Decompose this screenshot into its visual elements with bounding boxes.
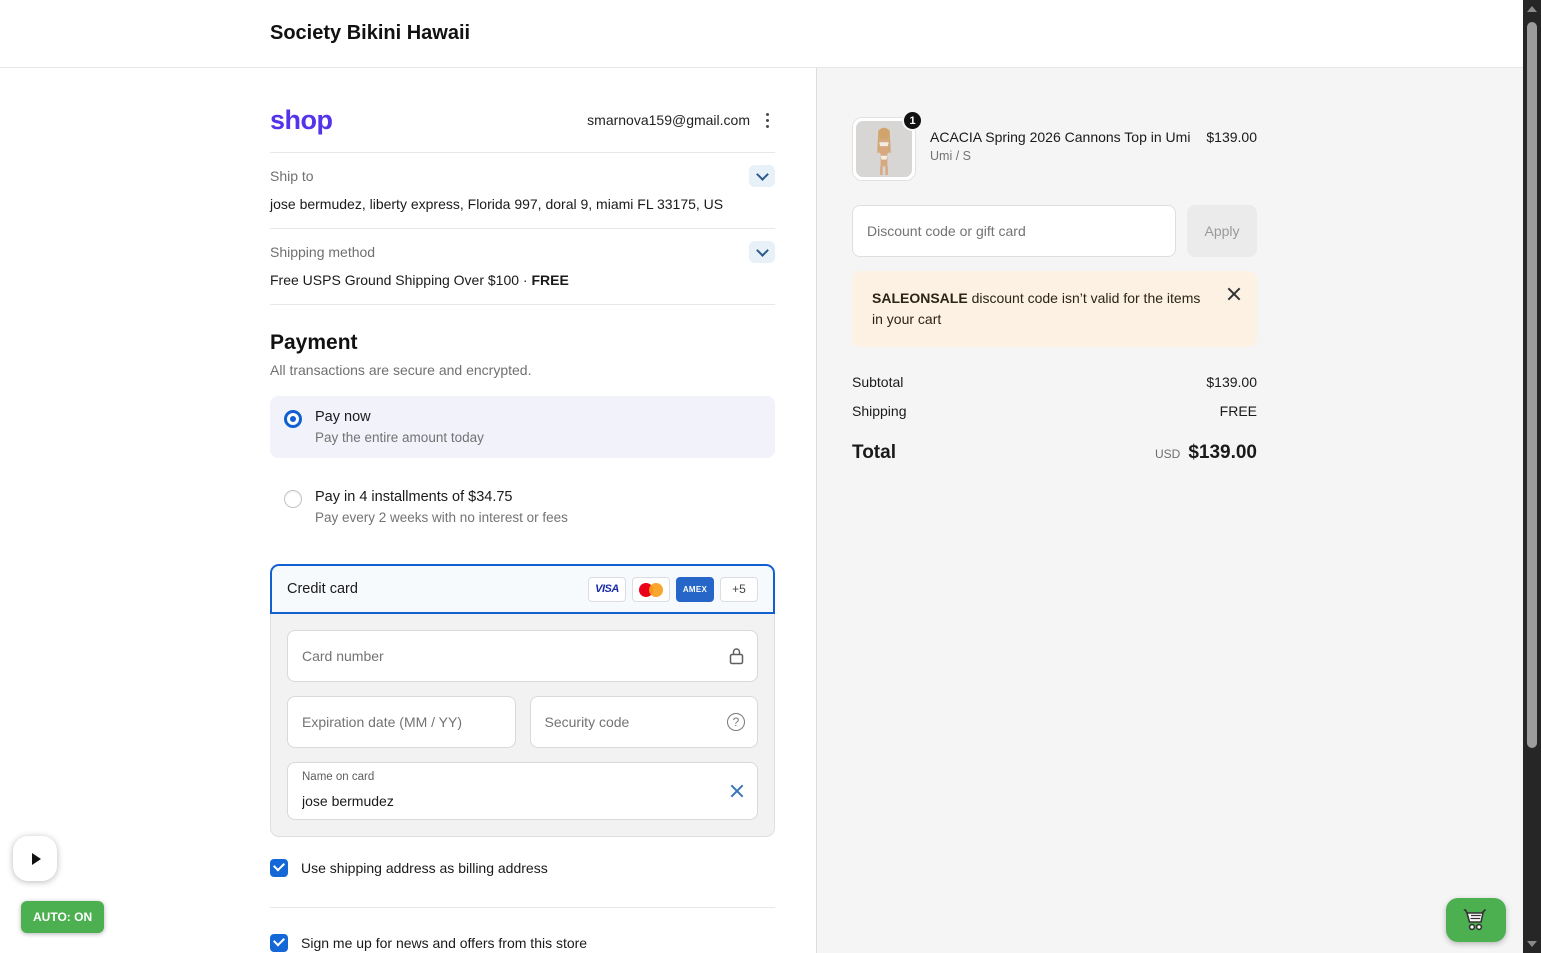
checkout-page: Society Bikini Hawaii shop smarnova159@g…: [0, 0, 1541, 953]
discount-error-code: SALEONSALE: [872, 290, 968, 306]
ship-to-label: Ship to: [270, 168, 314, 184]
total-label: Total: [852, 442, 896, 463]
discount-code-input[interactable]: [853, 206, 1175, 256]
cart-button[interactable]: [1446, 898, 1506, 942]
newsletter-checkbox-label: Sign me up for news and offers from this…: [301, 935, 588, 951]
name-on-card-label: Name on card: [302, 771, 375, 783]
product-variant: Umi / S: [930, 149, 971, 163]
billing-address-checkbox-row[interactable]: Use shipping address as billing address: [270, 859, 775, 877]
credit-card-header[interactable]: Credit card VISA AMEX +5: [270, 564, 775, 614]
more-cards-badge: +5: [720, 576, 758, 602]
cart-item: 1 ACACIA Spring 2026 Cannons Top in Umi …: [852, 110, 1257, 181]
shipping-value: FREE: [1219, 403, 1257, 419]
shipping-method-section: Shipping method Free USPS Ground Shippin…: [270, 229, 775, 304]
shipping-method-price: FREE: [531, 272, 569, 288]
ship-to-section: Ship to jose bermudez, liberty express, …: [270, 153, 775, 228]
pay-now-option[interactable]: Pay now Pay the entire amount today: [270, 396, 775, 458]
store-name: Society Bikini Hawaii: [270, 22, 471, 44]
credit-card-section: Credit card VISA AMEX +5 Card number Exp…: [270, 564, 775, 837]
product-price: $139.00: [1206, 129, 1257, 145]
shipping-method-label: Shipping method: [270, 244, 376, 260]
auto-toggle-badge[interactable]: AUTO: ON: [21, 901, 105, 933]
payment-subtitle: All transactions are secure and encrypte…: [270, 362, 532, 378]
shipping-label: Shipping: [852, 403, 907, 419]
close-icon[interactable]: [1227, 287, 1241, 301]
chevron-down-icon[interactable]: [749, 241, 775, 263]
shop-pay-logo: shop: [270, 104, 333, 135]
clear-icon[interactable]: [729, 783, 745, 799]
scrollbar-thumb[interactable]: [1527, 22, 1537, 748]
header: Society Bikini Hawaii: [0, 0, 1523, 68]
newsletter-checkbox-row[interactable]: Sign me up for news and offers from this…: [270, 934, 775, 952]
scroll-down-icon[interactable]: [1527, 941, 1537, 947]
security-code-field-wrap: ?: [529, 696, 758, 748]
checkout-form-column: shop smarnova159@gmail.com Ship to jose …: [0, 68, 816, 953]
card-brand-badges: VISA AMEX +5: [588, 576, 758, 602]
chevron-down-icon[interactable]: [749, 165, 775, 187]
card-number-input[interactable]: [288, 631, 757, 681]
product-name: ACACIA Spring 2026 Cannons Top in Umi: [930, 129, 1191, 145]
play-icon: [31, 852, 41, 865]
credit-card-form: ? Name on card: [270, 614, 775, 837]
lock-icon: [728, 647, 745, 665]
window-scrollbar[interactable]: [1523, 0, 1541, 953]
shipping-row: Shipping FREE: [852, 403, 1257, 419]
scroll-up-icon[interactable]: [1527, 6, 1537, 12]
credit-card-label: Credit card: [287, 581, 358, 597]
mastercard-icon: [632, 576, 670, 602]
amex-icon: AMEX: [676, 576, 714, 602]
checkbox-checked-icon[interactable]: [270, 934, 288, 952]
installments-option[interactable]: Pay in 4 installments of $34.75 Pay ever…: [270, 476, 775, 538]
kebab-menu-icon[interactable]: [760, 109, 775, 132]
help-icon[interactable]: ?: [727, 713, 745, 731]
installments-label: Pay in 4 installments of $34.75: [315, 489, 513, 505]
total-amount: $139.00: [1188, 442, 1257, 463]
billing-checkbox-label: Use shipping address as billing address: [301, 860, 548, 876]
radio-unselected-icon[interactable]: [284, 490, 302, 508]
divider: [270, 907, 775, 908]
pay-now-description: Pay the entire amount today: [315, 430, 484, 445]
subtotal-value: $139.00: [1206, 374, 1257, 390]
ship-to-address: jose bermudez, liberty express, Florida …: [270, 196, 724, 212]
visa-icon: VISA: [588, 576, 626, 602]
name-on-card-field-wrap: Name on card: [287, 762, 758, 820]
currency-code: USD: [1154, 447, 1181, 461]
divider: [270, 304, 775, 305]
discount-row: Apply: [852, 205, 1257, 257]
subtotal-row: Subtotal $139.00: [852, 374, 1257, 390]
order-summary-column: 1 ACACIA Spring 2026 Cannons Top in Umi …: [816, 68, 1523, 953]
discount-error-banner: SALEONSALE discount code isn’t valid for…: [852, 271, 1257, 347]
payment-heading: Payment: [270, 331, 358, 354]
checkbox-checked-icon[interactable]: [270, 859, 288, 877]
discount-field-wrap: [852, 205, 1176, 257]
expiration-date-input[interactable]: [288, 697, 515, 747]
apply-button[interactable]: Apply: [1187, 205, 1257, 257]
quantity-badge: 1: [902, 110, 923, 131]
card-number-field-wrap: [287, 630, 758, 682]
account-email: smarnova159@gmail.com: [587, 112, 750, 128]
subtotal-label: Subtotal: [852, 374, 904, 390]
security-code-input[interactable]: [530, 697, 757, 747]
shipping-method-value: Free USPS Ground Shipping Over $100 · FR…: [270, 272, 775, 288]
installments-description: Pay every 2 weeks with no interest or fe…: [315, 510, 568, 525]
shipping-method-text: Free USPS Ground Shipping Over $100 ·: [270, 272, 532, 288]
radio-selected-icon[interactable]: [284, 410, 302, 428]
cart-icon: [1463, 908, 1487, 931]
play-button[interactable]: [13, 836, 57, 881]
shop-account-row: shop smarnova159@gmail.com: [270, 104, 775, 136]
total-row: Total USD $139.00: [852, 442, 1257, 464]
expiry-field-wrap: [287, 696, 516, 748]
pay-now-label: Pay now: [315, 409, 371, 425]
